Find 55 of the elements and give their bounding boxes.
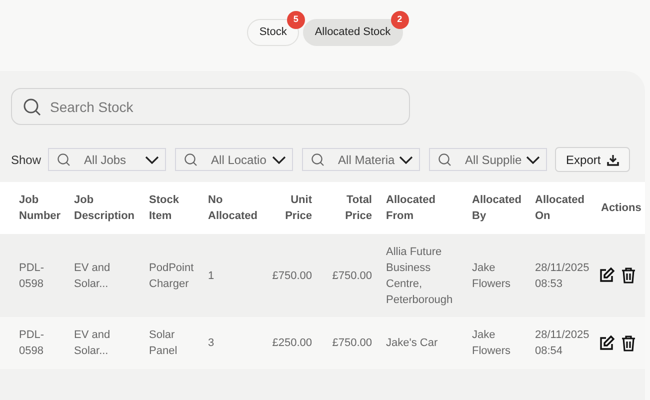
chevron-down-icon	[272, 156, 286, 164]
filter-dropdown[interactable]: All Locatio	[175, 148, 294, 171]
search-icon	[438, 153, 452, 166]
column-header: Job Number	[0, 182, 67, 234]
dropdown-value: All Jobs	[84, 152, 128, 168]
table-cell: PDL-0598	[0, 234, 67, 317]
table-cell: Jake's Car	[379, 317, 465, 369]
table-cell: £250.00	[263, 317, 319, 369]
count-badge: 2	[390, 11, 409, 29]
search-icon	[311, 153, 324, 166]
table-cell: 1	[201, 234, 263, 317]
dropdown-value: All Materia	[338, 152, 396, 168]
table-cell: £750.00	[319, 234, 379, 317]
table-cell: PDL-0598	[0, 317, 67, 369]
table-cell: £750.00	[319, 317, 379, 369]
dropdown-value: All Locatio	[211, 152, 268, 168]
chevron-down-icon	[526, 156, 540, 164]
filter-dropdown[interactable]: All Supplie	[429, 148, 548, 171]
table-cell: Solar Panel	[142, 317, 201, 369]
chevron-down-icon	[145, 156, 160, 164]
filter-dropdown[interactable]: All Jobs	[48, 148, 166, 171]
column-header: Stock Item	[142, 182, 201, 234]
filter-label: Show	[11, 152, 42, 168]
column-header: Actions	[594, 182, 645, 234]
column-header: No Allocated	[201, 182, 263, 234]
table-cell: PodPoint Charger	[142, 234, 201, 317]
table-cell: Jake Flowers	[465, 317, 528, 369]
table-cell: EV and Solar...	[67, 317, 142, 369]
column-header: Allocated By	[465, 182, 528, 234]
table-cell: £750.00	[263, 234, 319, 317]
edit-icon[interactable]	[598, 334, 615, 352]
column-header: Job Description	[67, 182, 142, 234]
chevron-down-icon	[399, 156, 414, 164]
edit-icon[interactable]	[598, 267, 615, 284]
column-header: Allocated From	[379, 182, 465, 234]
table-cell: 3	[201, 317, 263, 369]
dropdown-value: All Supplie	[465, 152, 523, 168]
table-cell: 28/11/2025 08:54	[528, 317, 594, 369]
column-header: Total Price	[319, 182, 379, 234]
column-header: Unit Price	[263, 182, 319, 234]
search-icon	[23, 98, 41, 116]
table-cell: Jake Flowers	[465, 234, 528, 317]
table-cell: Allia Future Business Centre, Peterborough	[379, 234, 465, 317]
column-header: Allocated On	[528, 182, 594, 234]
search-icon	[57, 153, 70, 166]
table-cell: 28/11/2025 08:53	[528, 234, 594, 317]
filter-dropdown[interactable]: All Materia	[302, 148, 420, 171]
count-badge: 5	[286, 11, 305, 29]
delete-icon[interactable]	[621, 334, 636, 352]
export-button[interactable]: Export	[555, 147, 630, 172]
delete-icon[interactable]	[621, 267, 636, 284]
search-icon	[184, 153, 198, 166]
search-field[interactable]: Search Stock	[11, 88, 410, 125]
download-icon	[606, 154, 619, 166]
table-cell: EV and Solar...	[67, 234, 142, 317]
